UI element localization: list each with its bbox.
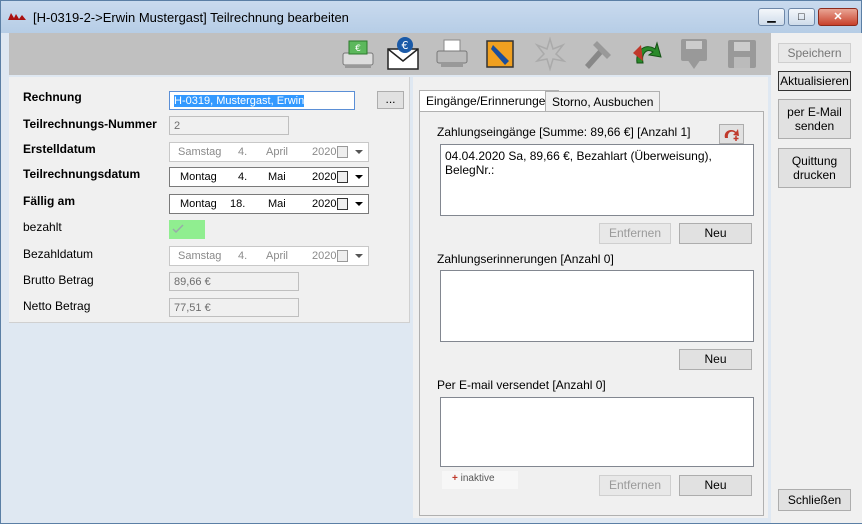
day: 18. <box>230 198 246 210</box>
emails-list[interactable] <box>440 397 754 467</box>
print-receipt-label-2: drucken <box>793 168 836 182</box>
tab-area: Eingänge/Erinnerungen Storno, Ausbuchen … <box>413 77 768 518</box>
send-email-label-2: senden <box>794 119 835 133</box>
print-money-icon[interactable]: € <box>339 35 377 73</box>
weekday: Samstag <box>178 146 222 158</box>
payments-title: Zahlungseingänge [Summe: 89,66 €] [Anzah… <box>437 125 691 139</box>
erstell-label: Erstelldatum <box>23 142 96 156</box>
browse-button[interactable]: ... <box>377 91 404 109</box>
bezahldatum-label: Bezahldatum <box>23 247 94 261</box>
inactive-toggle[interactable]: + inaktive <box>442 471 518 489</box>
invoice-form: Rechnung H-0319, Mustergast, Erwin ... T… <box>9 77 410 323</box>
weekday: Samstag <box>178 250 222 262</box>
teildatum-label: Teilrechnungsdatum <box>23 167 141 181</box>
year: 2020 <box>312 198 337 210</box>
bezahlt-checkbox[interactable] <box>169 220 205 239</box>
list-item[interactable]: 04.04.2020 Sa, 89,66 €, Bezahlart (Überw… <box>441 145 753 181</box>
plus-icon: + <box>452 473 458 484</box>
action-sidebar: Speichern Aktualisieren per E-Mail sende… <box>771 33 862 523</box>
tab-panel: Zahlungseingänge [Summe: 89,66 €] [Anzah… <box>419 111 764 516</box>
chevron-down-icon <box>355 202 363 206</box>
add-payment-button[interactable] <box>719 124 744 144</box>
close-window-button[interactable]: ✕ <box>818 8 858 26</box>
year: 2020 <box>312 171 337 183</box>
calendar-icon <box>337 171 348 183</box>
calendar-icon <box>337 198 348 210</box>
chevron-down-icon <box>355 150 363 154</box>
svg-text:€: € <box>355 44 361 54</box>
tools-icon[interactable] <box>579 35 617 73</box>
save-down-icon[interactable] <box>675 35 713 73</box>
brutto-input[interactable]: 89,66 € <box>169 272 299 291</box>
chevron-down-icon <box>355 254 363 258</box>
month: Mai <box>268 198 286 210</box>
undo-arrow-icon[interactable] <box>627 35 665 73</box>
new-payment-button[interactable]: Neu <box>679 223 752 244</box>
calendar-icon <box>337 146 348 158</box>
faellig-label: Fällig am <box>23 194 76 208</box>
send-email-label-1: per E-Mail <box>787 105 842 119</box>
erstell-date-picker[interactable]: Samstag 4. April 2020 <box>169 142 369 162</box>
tab-storno[interactable]: Storno, Ausbuchen <box>545 91 661 111</box>
close-button[interactable]: Schließen <box>778 489 851 511</box>
netto-input[interactable]: 77,51 € <box>169 298 299 317</box>
burst-icon[interactable] <box>531 35 569 73</box>
emails-title: Per E-mail versendet [Anzahl 0] <box>437 378 606 392</box>
day: 4. <box>238 250 248 262</box>
netto-label: Netto Betrag <box>23 299 91 313</box>
payments-list[interactable]: 04.04.2020 Sa, 89,66 €, Bezahlart (Überw… <box>440 144 754 216</box>
month: Mai <box>268 171 286 183</box>
year: 2020 <box>312 250 337 262</box>
bezahlt-label: bezahlt <box>23 220 62 234</box>
add-payment-icon <box>724 129 739 141</box>
faellig-date-picker[interactable]: Montag 18. Mai 2020 <box>169 194 369 214</box>
brutto-label: Brutto Betrag <box>23 273 94 287</box>
svg-text:€: € <box>402 39 409 52</box>
day: 4. <box>238 171 248 183</box>
teildatum-date-picker[interactable]: Montag 4. Mai 2020 <box>169 167 369 187</box>
print-receipt-button[interactable]: Quittung drucken <box>778 148 851 188</box>
inactive-label: inaktive <box>460 473 495 484</box>
remove-email-button[interactable]: Entfernen <box>599 475 671 496</box>
save-icon[interactable] <box>723 35 761 73</box>
window: [H-0319-2->Erwin Mustergast] Teilrechnun… <box>0 0 862 524</box>
rechnung-input[interactable]: H-0319, Mustergast, Erwin <box>169 91 355 110</box>
weekday: Montag <box>180 171 217 183</box>
chevron-down-icon <box>355 175 363 179</box>
print-receipt-label-1: Quittung <box>791 154 838 168</box>
rechnung-label: Rechnung <box>23 90 82 104</box>
calendar-icon <box>337 250 348 262</box>
toolbar: € € <box>9 33 771 75</box>
window-title: [H-0319-2->Erwin Mustergast] Teilrechnun… <box>33 10 349 25</box>
new-email-button[interactable]: Neu <box>679 475 752 496</box>
minimize-button[interactable]: ▁ <box>758 8 785 26</box>
refresh-button[interactable]: Aktualisieren <box>778 71 851 91</box>
edit-document-icon[interactable] <box>481 35 519 73</box>
send-email-button[interactable]: per E-Mail senden <box>778 99 851 139</box>
reminders-title: Zahlungserinnerungen [Anzahl 0] <box>437 252 614 266</box>
reminders-list[interactable] <box>440 270 754 342</box>
remove-payment-button[interactable]: Entfernen <box>599 223 671 244</box>
bezahldatum-date-picker[interactable]: Samstag 4. April 2020 <box>169 246 369 266</box>
new-reminder-button[interactable]: Neu <box>679 349 752 370</box>
year: 2020 <box>312 146 337 158</box>
month: April <box>266 250 289 262</box>
weekday: Montag <box>180 198 217 210</box>
email-euro-icon[interactable]: € <box>385 35 423 73</box>
tab-eingaenge[interactable]: Eingänge/Erinnerungen <box>419 90 560 112</box>
maximize-button[interactable]: □ <box>788 8 815 26</box>
teilnr-input[interactable]: 2 <box>169 116 289 135</box>
checkmark-icon <box>172 224 184 234</box>
month: April <box>266 146 289 158</box>
save-button[interactable]: Speichern <box>778 43 851 63</box>
title-bar: [H-0319-2->Erwin Mustergast] Teilrechnun… <box>1 1 861 33</box>
rechnung-value: H-0319, Mustergast, Erwin <box>174 95 305 107</box>
day: 4. <box>238 146 248 158</box>
teilnr-label: Teilrechnungs-Nummer <box>23 117 157 131</box>
app-logo-icon <box>8 13 26 20</box>
printer-icon[interactable] <box>433 35 471 73</box>
